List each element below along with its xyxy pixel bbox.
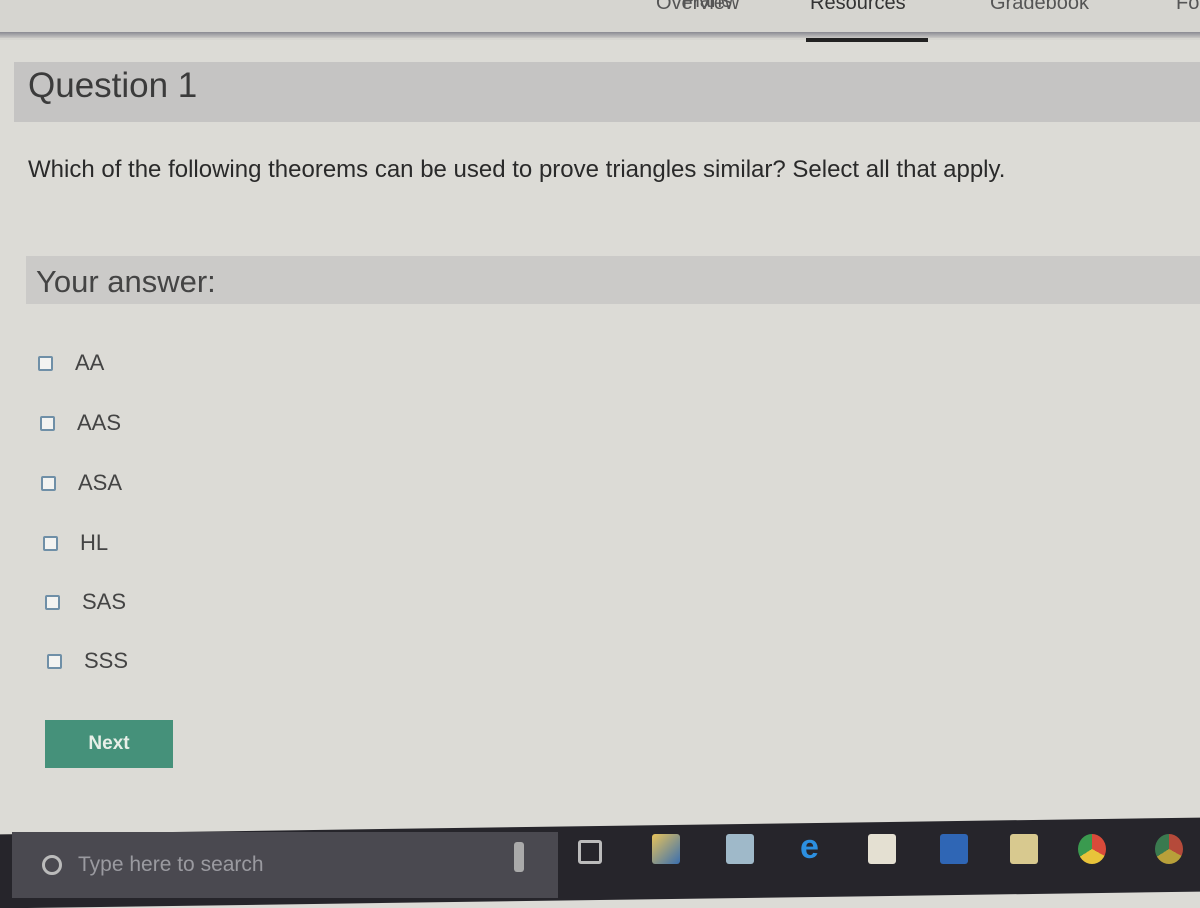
checkbox[interactable] xyxy=(38,355,53,371)
option-label: AA xyxy=(75,350,105,375)
nav-resources[interactable]: Resources xyxy=(810,0,906,15)
option-asa[interactable]: ASA xyxy=(41,470,122,496)
option-label: SAS xyxy=(82,589,127,614)
option-aa[interactable]: AA xyxy=(38,350,104,376)
chrome-icon[interactable] xyxy=(1078,834,1106,864)
checkbox[interactable] xyxy=(45,594,60,610)
calculator-icon[interactable] xyxy=(726,834,754,864)
word-icon[interactable] xyxy=(940,834,968,864)
file-explorer-icon[interactable] xyxy=(1010,834,1038,864)
answer-label: Your answer: xyxy=(26,256,1200,304)
chrome-icon[interactable] xyxy=(1155,834,1183,864)
task-view-icon[interactable] xyxy=(578,840,602,864)
cortana-icon[interactable] xyxy=(42,855,62,875)
checkbox[interactable] xyxy=(47,653,62,669)
option-sss[interactable]: SSS xyxy=(47,648,128,674)
edge-icon[interactable]: e xyxy=(800,830,828,864)
nav-divider xyxy=(0,32,1200,38)
option-label: HL xyxy=(80,530,109,555)
microphone-icon[interactable] xyxy=(514,842,524,872)
option-hl[interactable]: HL xyxy=(43,530,108,556)
question-title: Question 1 xyxy=(14,62,1200,122)
checkbox[interactable] xyxy=(41,475,56,491)
taskbar-search[interactable]: Type here to search xyxy=(12,832,558,898)
option-aas[interactable]: AAS xyxy=(40,410,121,436)
option-label: SSS xyxy=(84,648,129,673)
next-button[interactable]: Next xyxy=(45,720,173,768)
nav-more[interactable]: Fo xyxy=(1176,0,1199,15)
store-icon[interactable] xyxy=(868,834,896,864)
option-label: AAS xyxy=(77,410,122,435)
search-placeholder: Type here to search xyxy=(78,853,264,876)
top-nav: Overview Plans Resources Gradebook Fo xyxy=(0,0,1200,42)
active-tab-indicator xyxy=(806,38,928,42)
option-label: ASA xyxy=(78,470,123,495)
app-icon[interactable] xyxy=(652,834,680,864)
nav-gradebook[interactable]: Gradebook xyxy=(990,0,1089,15)
nav-plans[interactable]: Plans xyxy=(682,0,732,13)
checkbox[interactable] xyxy=(43,535,58,551)
question-text: Which of the following theorems can be u… xyxy=(28,156,1006,183)
checkbox[interactable] xyxy=(40,415,55,431)
option-sas[interactable]: SAS xyxy=(45,589,126,615)
